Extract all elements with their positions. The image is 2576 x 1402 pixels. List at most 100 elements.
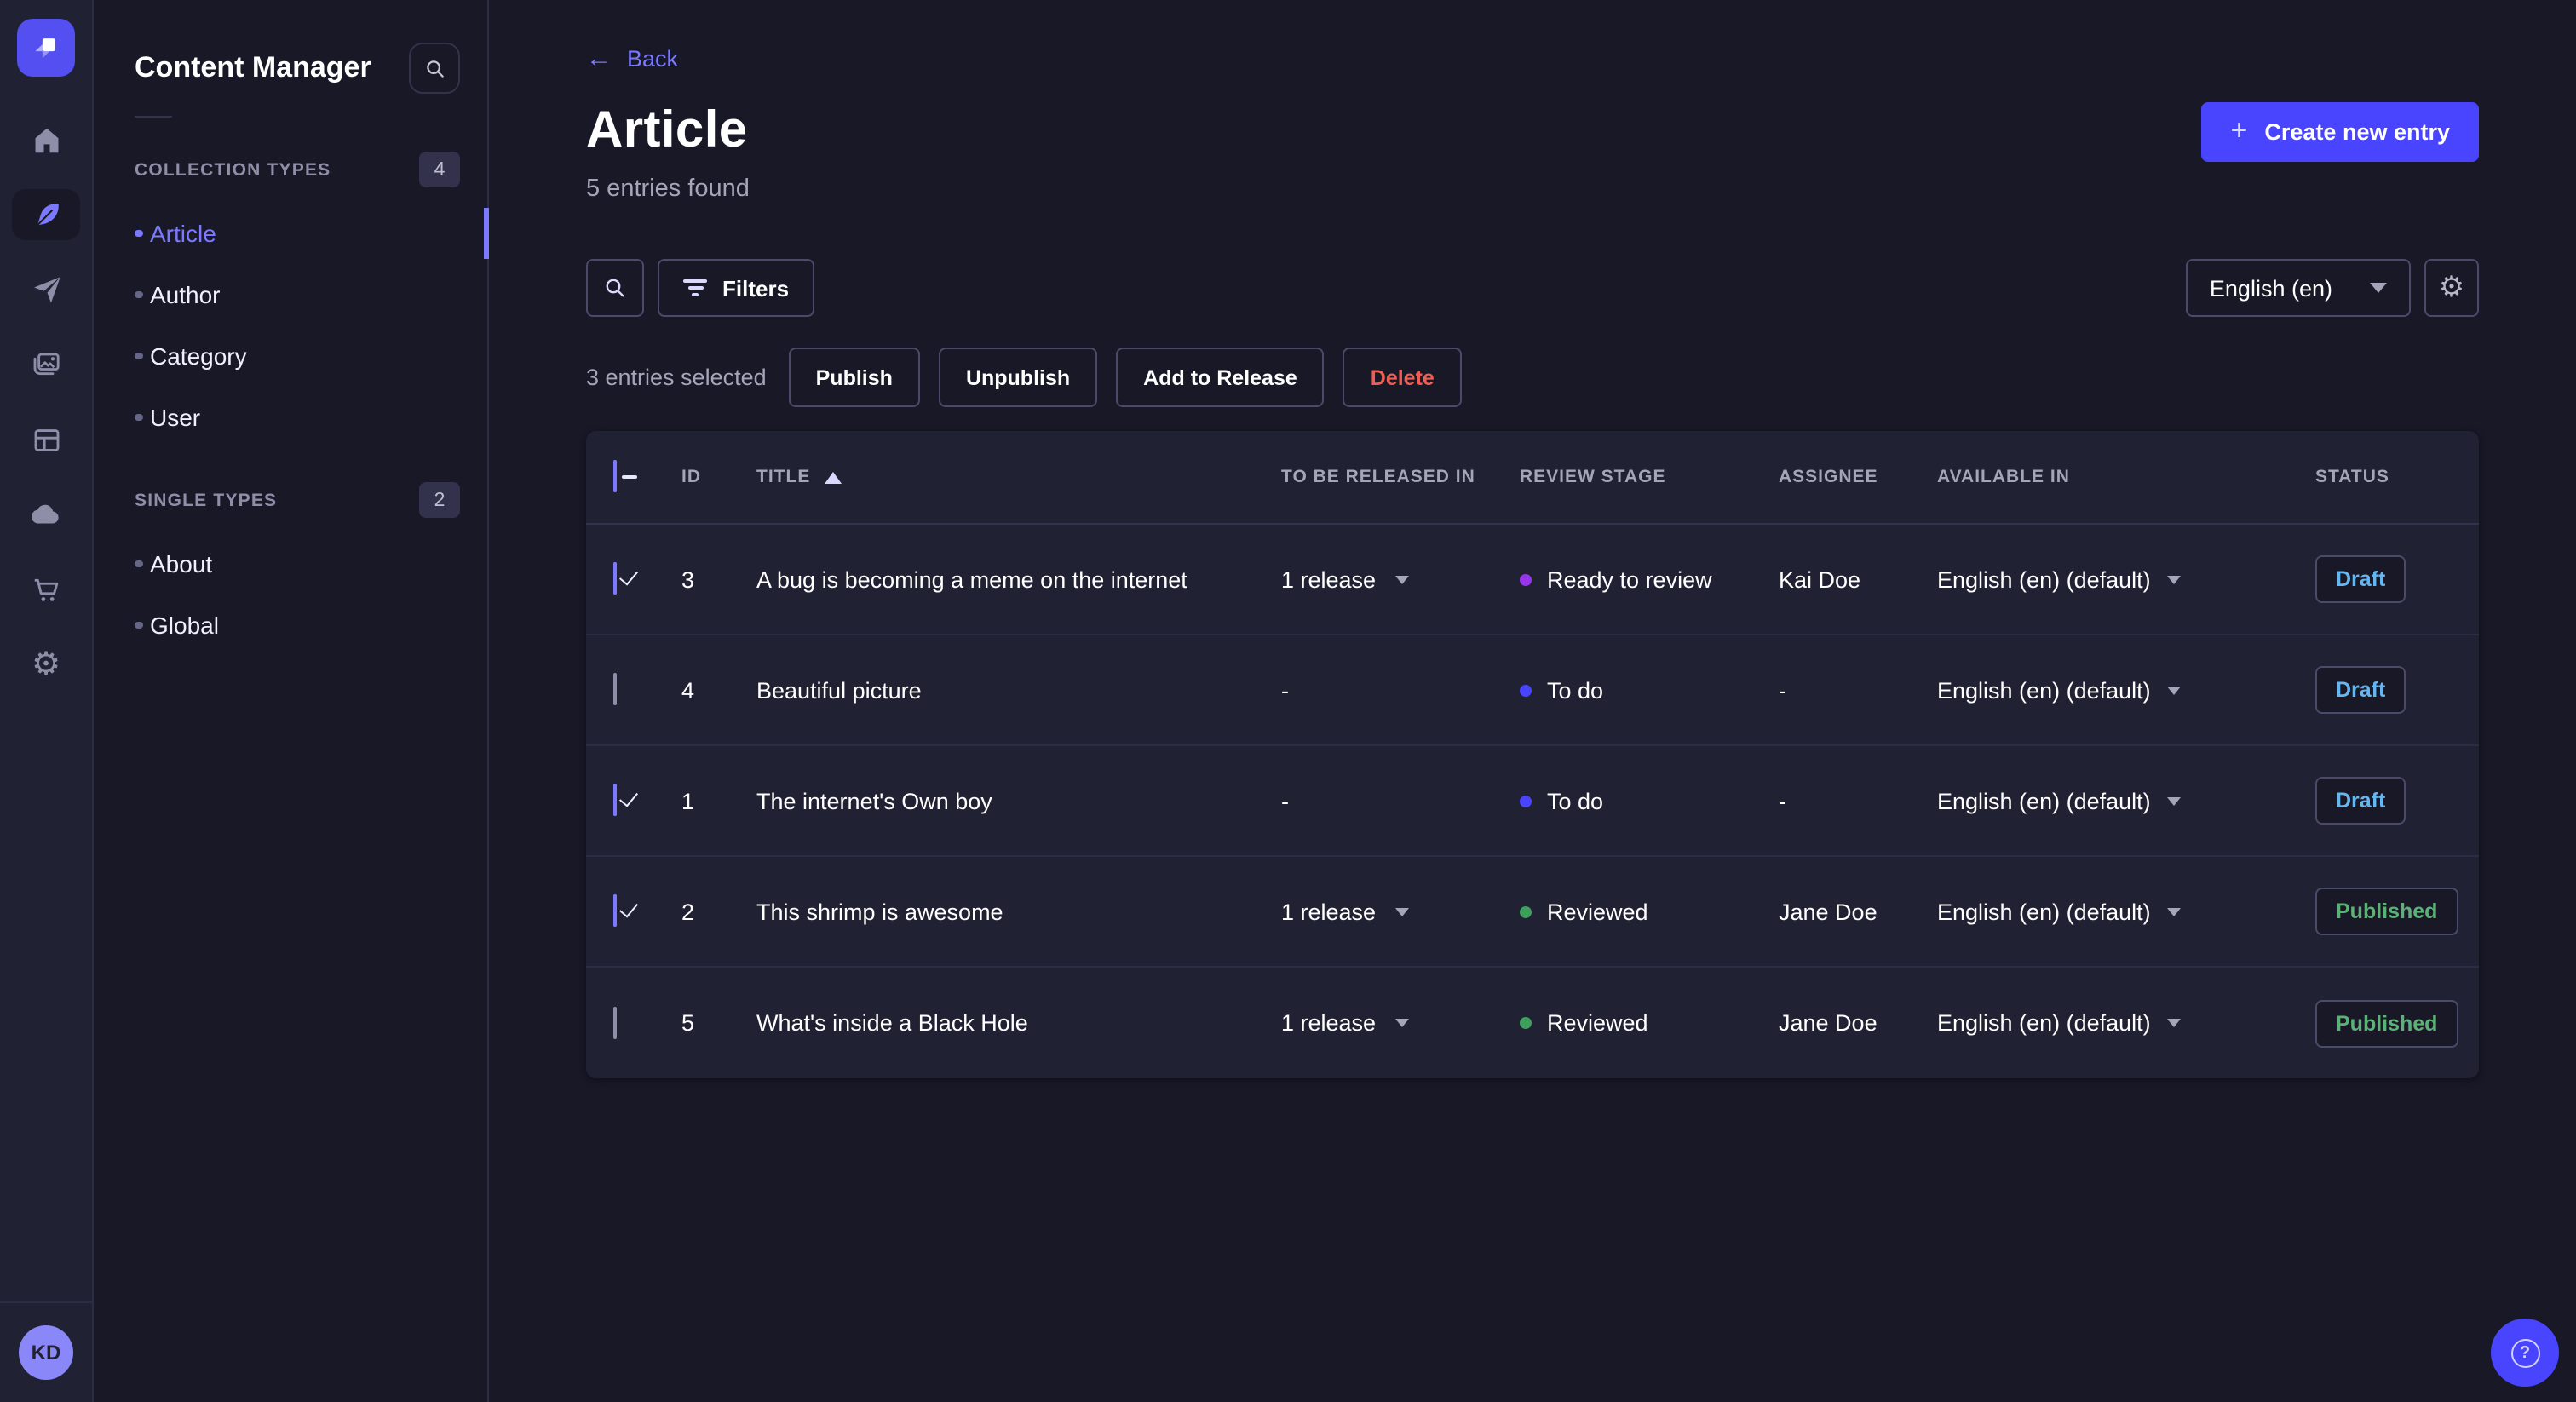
app-window: ⚙ KD Content Manager COLLECTION TYPES 4 [0,0,2576,1402]
table-row[interactable]: 2 This shrimp is awesome 1 release Revie… [586,857,2479,968]
release-dropdown[interactable]: - [1268,788,1506,813]
select-all-checkbox[interactable] [613,460,617,492]
nav-content-manager[interactable] [12,189,80,240]
column-header-id[interactable]: ID [661,467,736,487]
layout-icon [33,428,59,451]
nav-marketplace[interactable] [12,564,80,615]
table-row[interactable]: 4 Beautiful picture - To do - English (e… [586,635,2479,746]
chevron-down-icon [2167,1019,2182,1027]
help-button[interactable]: ? [2491,1319,2559,1387]
cell-review-stage: Reviewed [1506,1010,1765,1036]
locale-select[interactable]: English (en) [2185,259,2411,317]
table-row[interactable]: 3 A bug is becoming a meme on the intern… [586,525,2479,635]
cell-assignee: - [1779,788,1786,813]
search-icon [606,279,624,297]
sidebar-item-global[interactable]: Global [94,595,487,656]
status-badge: Published [2315,999,2458,1047]
entries-table: ID TITLE TO BE RELEASED IN REVIEW STAGE … [586,431,2479,1078]
locale-dropdown[interactable]: English (en) (default) [1927,677,2305,703]
table-row[interactable]: 1 The internet's Own boy - To do - Engli… [586,746,2479,857]
table-header-row: ID TITLE TO BE RELEASED IN REVIEW STAGE … [586,431,2479,525]
row-checkbox[interactable] [613,894,617,927]
release-caret [1394,907,1409,916]
bullet-icon [135,621,142,629]
chevron-down-icon [2167,796,2182,805]
home-icon [34,127,58,152]
locale-dropdown[interactable]: English (en) (default) [1927,566,2305,592]
strapi-logo [17,19,75,77]
status-badge: Draft [2315,777,2406,825]
view-settings-button[interactable]: ⚙ [2424,259,2479,317]
row-checkbox[interactable] [613,562,617,595]
chevron-down-icon [2167,686,2182,694]
plus-icon: + [2230,113,2248,146]
strapi-logo-icon [35,38,55,59]
create-new-entry-button[interactable]: + Create new entry [2201,102,2479,162]
column-header-assignee: ASSIGNEE [1779,467,1878,487]
cell-assignee: Jane Doe [1779,1010,1877,1036]
locale-dropdown[interactable]: English (en) (default) [1927,899,2305,924]
sidebar-item-article[interactable]: Article [94,203,489,264]
back-link[interactable]: ← Back [586,44,678,73]
delete-button[interactable]: Delete [1343,348,1462,407]
cell-title: What's inside a Black Hole [756,1010,1028,1036]
row-checkbox[interactable] [613,784,617,816]
cloud-icon [32,504,59,524]
bullet-icon [135,229,142,238]
nav-content-type-builder[interactable] [12,414,80,465]
cell-assignee: Kai Doe [1779,566,1861,592]
unpublish-button[interactable]: Unpublish [938,348,1098,407]
main-nav-rail: ⚙ KD [0,0,94,1402]
column-header-title[interactable]: TITLE [736,467,1268,487]
stage-dot [1520,684,1532,696]
cell-title: This shrimp is awesome [756,899,1003,924]
cell-assignee: Jane Doe [1779,899,1877,924]
table-row[interactable]: 5 What's inside a Black Hole 1 release R… [586,968,2479,1078]
cell-title: A bug is becoming a meme on the internet [756,566,1187,592]
release-dropdown[interactable]: 1 release [1268,899,1506,924]
nav-media-library[interactable] [12,339,80,390]
nav-settings[interactable]: ⚙ [12,639,80,690]
filters-label: Filters [722,275,790,301]
release-dropdown[interactable]: 1 release [1268,566,1506,592]
sidebar-item-category[interactable]: Category [94,325,487,387]
row-checkbox[interactable] [613,1006,617,1038]
stage-dot [1520,1017,1532,1029]
chevron-down-icon [2167,575,2182,583]
column-header-status: STATUS [2315,467,2389,487]
nav-home[interactable] [12,114,80,165]
cell-review-stage: Ready to review [1506,566,1765,592]
nav-releases[interactable] [12,264,80,315]
sidebar-item-label: About [150,550,213,577]
question-mark-icon: ? [2510,1338,2539,1367]
release-dropdown[interactable]: - [1268,677,1506,703]
gear-icon: ⚙ [31,646,61,682]
filters-button[interactable]: Filters [658,259,815,317]
user-avatar[interactable]: KD [19,1325,73,1380]
back-arrow-icon: ← [586,44,612,73]
locale-dropdown[interactable]: English (en) (default) [1927,788,2305,813]
bullet-icon [135,290,142,299]
locale-dropdown[interactable]: English (en) (default) [1927,1010,2305,1036]
sidebar-item-about[interactable]: About [94,533,487,595]
bullet-icon [135,560,142,568]
row-checkbox[interactable] [613,673,617,705]
add-to-release-button[interactable]: Add to Release [1116,348,1325,407]
cell-review-stage: To do [1506,677,1765,703]
sidebar-search-button[interactable] [409,43,460,94]
cell-id: 5 [681,1010,695,1036]
release-caret [1394,1019,1409,1027]
sidebar-item-author[interactable]: Author [94,264,487,325]
status-badge: Draft [2315,666,2406,714]
publish-button[interactable]: Publish [788,348,920,407]
cart-icon [33,577,58,600]
sidebar-item-user[interactable]: User [94,387,487,448]
cell-id: 3 [681,566,695,592]
search-button[interactable] [586,259,644,317]
cell-review-stage: To do [1506,788,1765,813]
release-dropdown[interactable]: 1 release [1268,1010,1506,1036]
nav-deploy[interactable] [12,489,80,540]
rail-divider [0,1301,92,1303]
column-header-stage: REVIEW STAGE [1520,467,1666,487]
column-header-available: AVAILABLE IN [1937,467,2070,487]
